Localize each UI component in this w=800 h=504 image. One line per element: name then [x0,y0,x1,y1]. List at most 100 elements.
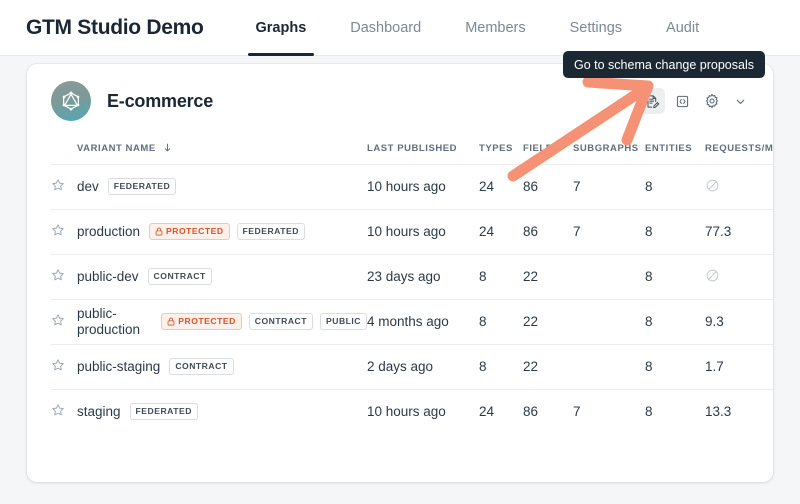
column-header-subgraphs[interactable]: SUBGRAPHS [573,138,645,164]
entities-cell: 8 [645,208,705,254]
column-header-requests-per-min[interactable]: REQUESTS/MIN [705,138,773,164]
variant-badges: CONTRACT [147,268,212,285]
org-title: GTM Studio Demo [26,15,204,39]
tab-label: Settings [569,19,623,36]
badge-federated: FEDERATED [236,223,305,240]
column-header-fields[interactable]: FIELDS [523,138,573,164]
fields-cell: 86 [523,163,573,209]
badge-public: PUBLIC [320,313,367,330]
badge-contract: CONTRACT [169,358,234,375]
variant-badges: FEDERATED [129,403,198,421]
gear-icon [706,93,718,109]
requests-per-min-cell [705,163,773,209]
badge-federated: FEDERATED [129,403,198,421]
types-cell: 8 [479,298,523,344]
favorite-star-icon [52,404,64,416]
variant-name-cell[interactable]: production PROTECTED FEDERATED [77,208,367,254]
types-cell: 8 [479,253,523,299]
entities-cell: 8 [645,253,705,299]
graph-expand-button[interactable] [729,89,751,113]
variant-name: dev [77,178,99,194]
variant-name-cell[interactable]: public-dev CONTRACT [77,253,367,299]
schema-proposals-icon [646,94,659,108]
entities-cell: 8 [645,298,705,344]
entities-cell: 8 [645,163,705,209]
graph-card: E-commerce VARIANT NAME LAST PUBLISHED T… [27,64,773,482]
variant-badges: CONTRACT [169,358,234,375]
variant-name-cell[interactable]: dev FEDERATED [77,163,367,209]
tab-label: Audit [666,19,700,36]
favorite-star-button[interactable] [51,298,77,344]
tab-members[interactable]: Members [443,0,547,56]
tab-label: Graphs [255,19,307,36]
tab-settings[interactable]: Settings [548,0,644,56]
fields-cell: 86 [523,208,573,254]
favorite-star-icon [52,359,64,371]
tab-graphs[interactable]: Graphs [234,0,329,56]
table-row[interactable]: dev FEDERATED 10 hours ago 24 86 7 8 [51,163,773,209]
subgraphs-cell: 7 [573,388,645,434]
column-header-last-published[interactable]: LAST PUBLISHED [367,138,479,164]
types-cell: 24 [479,208,523,254]
chevron-down-icon [736,99,744,104]
variants-table-head: VARIANT NAME LAST PUBLISHED TYPES FIELDS… [51,138,773,164]
variant-name-cell[interactable]: public-staging CONTRACT [77,343,367,389]
lock-icon [167,317,175,326]
badge-label: FEDERATED [113,181,171,191]
fields-cell: 22 [523,298,573,344]
table-row[interactable]: public-staging CONTRACT 2 days ago 8 22 8 1.7 [51,343,773,389]
sort-descending-icon [164,143,171,151]
nav-tabs: Graphs Dashboard Members Settings Audit [234,0,722,56]
variant-name-cell[interactable]: public-production PROTECTED CONTRACT PUBLIC [77,298,367,344]
badge-label: CONTRACT [153,271,206,281]
requests-per-min-cell: 1.7 [705,343,773,389]
column-label-variant-name: VARIANT NAME [77,142,156,154]
requests-per-min-cell: 13.3 [705,388,773,434]
fields-cell: 22 [523,343,573,389]
last-published-cell: 2 days ago [367,343,479,389]
lock-icon [155,227,163,236]
badge-label: PROTECTED [178,316,236,326]
schema-code-button[interactable] [669,88,695,114]
variant-name: public-production [77,305,141,337]
badge-federated: FEDERATED [107,178,177,195]
favorite-star-button[interactable] [51,388,77,434]
subgraphs-cell: 7 [573,163,645,209]
variant-name: staging [77,403,121,419]
graphql-logo-icon [62,91,80,111]
column-header-variant-name[interactable]: VARIANT NAME [77,138,367,164]
favorite-star-button[interactable] [51,253,77,299]
schema-proposals-button[interactable] [639,88,665,114]
favorite-star-button[interactable] [51,208,77,254]
column-header-entities[interactable]: ENTITIES [645,138,705,164]
entities-cell: 8 [645,388,705,434]
tab-audit[interactable]: Audit [644,0,721,56]
badge-protected: PROTECTED [149,223,230,240]
favorite-star-button[interactable] [51,343,77,389]
tab-dashboard[interactable]: Dashboard [328,0,443,56]
column-header-types[interactable]: TYPES [479,138,523,164]
table-row[interactable]: staging FEDERATED 10 hours ago 24 86 7 8 13.3 [51,388,773,434]
variant-badges: FEDERATED [107,178,177,195]
variant-name: public-dev [77,268,139,284]
subgraphs-cell [573,253,645,299]
fields-cell: 22 [523,253,573,299]
table-row[interactable]: public-production PROTECTED CONTRACT PUBLIC… [51,298,773,344]
app-root: GTM Studio Demo Graphs Dashboard Members Se… [0,0,800,504]
table-row[interactable]: public-dev CONTRACT 23 days ago 8 22 8 [51,253,773,299]
badge-protected: PROTECTED [161,313,242,330]
badge-contract: CONTRACT [248,313,313,330]
graph-avatar [51,81,91,121]
badge-label: FEDERATED [242,226,299,236]
variant-badges: PROTECTED FEDERATED [149,223,305,240]
requests-per-min-cell: 77.3 [705,208,773,254]
favorite-star-button[interactable] [51,163,77,209]
variants-table: VARIANT NAME LAST PUBLISHED TYPES FIELDS… [51,138,773,434]
graph-settings-button[interactable] [699,88,725,114]
badge-label: PUBLIC [326,316,361,326]
badge-contract: CONTRACT [147,268,212,285]
badge-label: CONTRACT [254,316,307,326]
favorite-star-icon [52,224,64,236]
variant-name-cell[interactable]: staging FEDERATED [77,388,367,434]
table-row[interactable]: production PROTECTED FEDERATED 10 hours ago… [51,208,773,254]
